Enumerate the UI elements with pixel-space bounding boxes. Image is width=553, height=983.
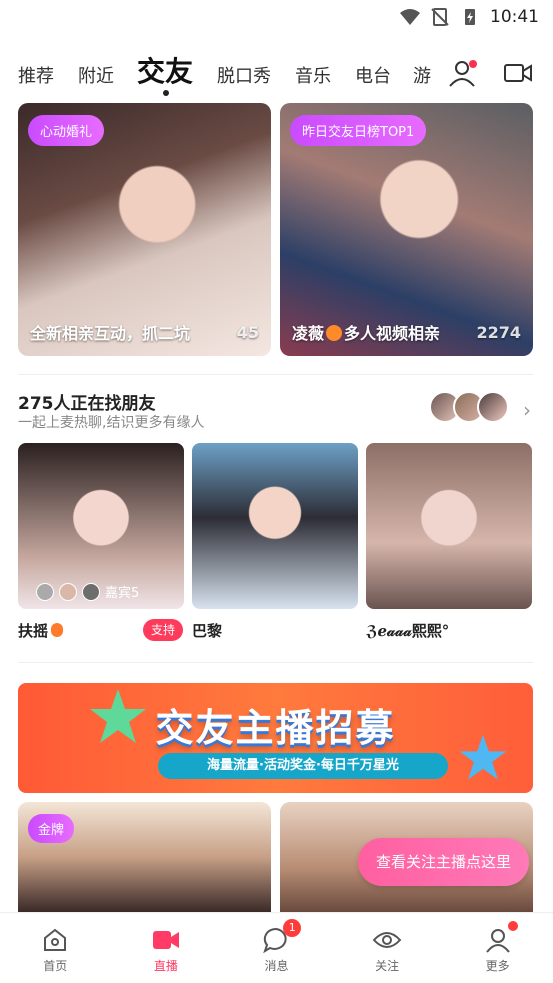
featured-room-card[interactable]: 昨日交友日榜TOP1 凌薇 多人视频相亲 2274	[280, 103, 533, 356]
live-camera-icon	[152, 931, 179, 949]
recruit-banner[interactable]: 交友主播招募 海量流量·活动奖金·每日千万星光	[18, 683, 533, 793]
support-button[interactable]: 支持	[143, 619, 183, 641]
active-tab-indicator	[163, 90, 169, 96]
balloon-icon	[51, 623, 64, 637]
home-icon	[44, 928, 67, 951]
video-button[interactable]	[503, 58, 533, 88]
person-icon	[485, 929, 510, 953]
notification-dot	[469, 60, 477, 68]
room-subtitle: 多人视频相亲	[344, 324, 441, 343]
room-badge: 心动婚礼	[28, 115, 105, 146]
featured-room-card[interactable]: 心动婚礼 全新相亲互动，抓二坑 45	[18, 103, 271, 356]
guest-indicator: 嘉宾5	[26, 582, 139, 601]
fox-emoji-icon	[326, 325, 343, 341]
viewer-count: 45	[236, 322, 259, 342]
divider	[18, 662, 533, 663]
room-title: 凌薇 多人视频相亲	[292, 320, 440, 344]
notification-dot	[508, 921, 519, 931]
divider	[18, 374, 533, 375]
tab-friends[interactable]: 交友	[137, 50, 193, 90]
video-camera-icon	[504, 64, 532, 82]
wifi-icon	[400, 9, 420, 25]
host-name: 凌薇	[292, 324, 325, 343]
banner-ribbon: 海量流量·活动奖金·每日千万星光	[158, 753, 448, 779]
profile-button[interactable]	[447, 58, 477, 88]
banner-title: 交友主播招募	[155, 706, 396, 750]
room-title: 全新相亲互动，抓二坑	[30, 324, 191, 343]
room-card[interactable]	[366, 443, 532, 609]
room-card[interactable]: 金牌	[18, 802, 271, 912]
tab-radio[interactable]: 电台	[355, 62, 391, 88]
status-bar: 10:41	[0, 0, 553, 34]
unread-badge: 1	[283, 919, 302, 937]
bottom-nav: 首页 直播 消息 1 关注 更多	[0, 912, 553, 983]
room-card[interactable]	[192, 443, 358, 609]
avatar	[477, 391, 509, 423]
nav-home[interactable]: 首页	[0, 913, 111, 983]
follow-hosts-button[interactable]: 查看关注主播点这里	[358, 838, 529, 886]
avatar	[59, 582, 77, 601]
tab-music[interactable]: 音乐	[295, 62, 331, 88]
section-subtitle: 一起上麦热聊,结识更多有缘人	[18, 415, 205, 431]
eye-icon	[372, 932, 402, 948]
nav-more[interactable]: 更多	[442, 913, 553, 983]
no-sim-icon	[431, 8, 449, 26]
tab-recommend[interactable]: 推荐	[18, 62, 54, 88]
tab-nearby[interactable]: 附近	[78, 62, 114, 88]
avatar-stack[interactable]	[429, 391, 509, 423]
clock: 10:41	[490, 7, 539, 27]
category-tabs: 推荐 附近 交友 脱口秀 音乐 电台 游	[0, 46, 438, 104]
section-title: 275人正在找朋友	[18, 394, 156, 414]
tab-games[interactable]: 游	[413, 62, 431, 88]
room-badge: 金牌	[28, 814, 75, 843]
nav-live[interactable]: 直播	[111, 913, 222, 983]
top-nav: 推荐 附近 交友 脱口秀 音乐 电台 游	[0, 46, 553, 104]
tab-talk-show[interactable]: 脱口秀	[217, 62, 271, 88]
chevron-right-icon[interactable]: ›	[523, 398, 531, 422]
room-badge: 昨日交友日榜TOP1	[290, 115, 427, 146]
nav-follow[interactable]: 关注	[332, 913, 443, 983]
avatar	[82, 582, 100, 601]
guest-count: 嘉宾5	[105, 586, 140, 601]
viewer-count: 2274	[476, 322, 521, 342]
room-name: 扶摇	[18, 620, 64, 641]
room-card[interactable]: 嘉宾5	[18, 443, 184, 609]
nav-messages[interactable]: 消息 1	[221, 913, 332, 983]
avatar	[36, 582, 54, 601]
room-name: ℨℯ𝒶𝒶𝒶熙熙°	[366, 622, 450, 640]
battery-charging-icon	[465, 9, 475, 25]
room-name: 巴黎	[192, 622, 223, 640]
